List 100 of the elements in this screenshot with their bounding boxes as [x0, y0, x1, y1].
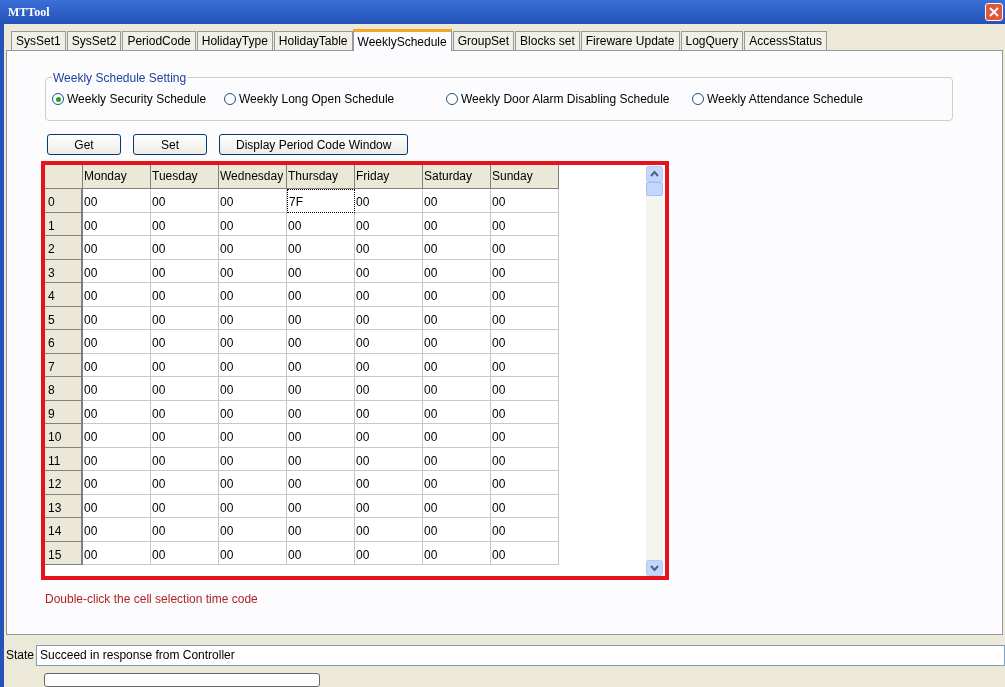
table-cell[interactable]: 00 — [423, 306, 491, 330]
table-cell[interactable]: 00 — [355, 189, 423, 213]
table-cell[interactable]: 00 — [491, 330, 559, 354]
table-cell[interactable]: 00 — [491, 212, 559, 236]
table-cell[interactable]: 00 — [423, 236, 491, 260]
table-cell[interactable]: 00 — [491, 377, 559, 401]
table-cell[interactable]: 00 — [151, 189, 219, 213]
table-cell[interactable]: 00 — [355, 259, 423, 283]
table-cell[interactable]: 00 — [83, 494, 151, 518]
table-cell[interactable]: 00 — [423, 377, 491, 401]
table-cell[interactable]: 00 — [151, 212, 219, 236]
table-cell[interactable]: 00 — [219, 283, 287, 307]
tab[interactable]: SysSet2 — [66, 31, 122, 50]
table-cell[interactable]: 00 — [287, 259, 355, 283]
table-cell[interactable]: 00 — [219, 330, 287, 354]
table-cell[interactable]: 00 — [219, 259, 287, 283]
table-cell[interactable]: 00 — [491, 259, 559, 283]
scrollbar[interactable] — [646, 166, 663, 576]
table-cell[interactable]: 00 — [219, 400, 287, 424]
table-cell[interactable]: 00 — [423, 259, 491, 283]
table-cell[interactable]: 00 — [491, 424, 559, 448]
table-cell[interactable]: 00 — [287, 353, 355, 377]
table-cell[interactable]: 00 — [355, 212, 423, 236]
table-cell[interactable]: 00 — [423, 518, 491, 542]
table-cell[interactable]: 00 — [423, 189, 491, 213]
table-cell[interactable]: 00 — [287, 283, 355, 307]
table-cell[interactable]: 00 — [287, 541, 355, 565]
table-cell[interactable]: 00 — [423, 400, 491, 424]
table-cell[interactable]: 00 — [491, 541, 559, 565]
table-cell[interactable]: 00 — [355, 377, 423, 401]
table-cell[interactable]: 00 — [287, 306, 355, 330]
table-cell[interactable]: 00 — [491, 189, 559, 213]
table-cell[interactable]: 00 — [423, 447, 491, 471]
table-cell[interactable]: 00 — [219, 306, 287, 330]
tab[interactable]: HolidayTable — [273, 31, 353, 50]
radio-button[interactable] — [52, 93, 64, 105]
radio-button[interactable] — [224, 93, 236, 105]
table-cell[interactable]: 00 — [83, 353, 151, 377]
table-cell[interactable]: 00 — [355, 494, 423, 518]
table-cell[interactable]: 00 — [83, 212, 151, 236]
table-cell[interactable]: 00 — [151, 400, 219, 424]
table-cell[interactable]: 00 — [491, 283, 559, 307]
table-cell[interactable]: 00 — [83, 283, 151, 307]
table-cell[interactable]: 00 — [219, 494, 287, 518]
table-cell[interactable]: 00 — [219, 353, 287, 377]
table-cell[interactable]: 00 — [151, 541, 219, 565]
tab[interactable]: GroupSet — [452, 31, 515, 50]
scroll-up-icon[interactable] — [646, 166, 663, 182]
table-cell[interactable]: 00 — [219, 424, 287, 448]
table-cell[interactable]: 00 — [219, 189, 287, 213]
table-cell[interactable]: 00 — [151, 494, 219, 518]
table-cell[interactable]: 00 — [355, 330, 423, 354]
table-cell[interactable]: 00 — [355, 283, 423, 307]
table-cell[interactable]: 00 — [423, 424, 491, 448]
table-cell[interactable]: 00 — [83, 518, 151, 542]
tab[interactable]: AccessStatus — [744, 31, 827, 50]
table-cell[interactable]: 00 — [151, 353, 219, 377]
table-cell[interactable]: 00 — [151, 377, 219, 401]
table-cell[interactable]: 00 — [151, 447, 219, 471]
table-cell[interactable]: 00 — [491, 236, 559, 260]
table-cell[interactable]: 00 — [83, 541, 151, 565]
radio-option[interactable]: Weekly Long Open Schedule — [224, 90, 446, 108]
table-cell[interactable]: 00 — [355, 471, 423, 495]
table-cell[interactable]: 00 — [219, 471, 287, 495]
table-cell[interactable]: 00 — [287, 471, 355, 495]
scroll-thumb[interactable] — [646, 182, 663, 196]
table-cell[interactable]: 00 — [423, 471, 491, 495]
scroll-down-icon[interactable] — [646, 560, 663, 576]
table-cell[interactable]: 00 — [219, 518, 287, 542]
table-cell[interactable]: 00 — [287, 377, 355, 401]
table-cell[interactable]: 00 — [83, 330, 151, 354]
tab[interactable]: HolidayType — [196, 31, 273, 50]
table-cell[interactable]: 00 — [355, 353, 423, 377]
table-cell[interactable]: 00 — [83, 306, 151, 330]
table-cell[interactable]: 00 — [287, 424, 355, 448]
table-cell[interactable]: 00 — [423, 212, 491, 236]
table-cell[interactable]: 00 — [423, 353, 491, 377]
table-cell[interactable]: 00 — [151, 259, 219, 283]
table-cell[interactable]: 00 — [151, 330, 219, 354]
tab[interactable]: WeeklySchedule — [352, 29, 452, 51]
table-cell[interactable]: 00 — [355, 400, 423, 424]
table-cell[interactable]: 00 — [355, 236, 423, 260]
table-cell[interactable]: 00 — [287, 212, 355, 236]
table-cell[interactable]: 00 — [83, 236, 151, 260]
tab[interactable]: SysSet1 — [11, 31, 66, 50]
table-cell[interactable]: 00 — [219, 377, 287, 401]
table-cell[interactable]: 00 — [491, 518, 559, 542]
table-cell[interactable]: 00 — [491, 447, 559, 471]
table-cell[interactable]: 00 — [151, 306, 219, 330]
tab[interactable]: LogQuery — [680, 31, 744, 50]
table-cell[interactable]: 00 — [219, 447, 287, 471]
table-cell[interactable]: 00 — [423, 330, 491, 354]
table-cell[interactable]: 00 — [219, 236, 287, 260]
table-cell[interactable]: 00 — [287, 518, 355, 542]
table-cell[interactable]: 00 — [83, 400, 151, 424]
table-cell[interactable]: 00 — [151, 236, 219, 260]
table-cell[interactable]: 00 — [355, 306, 423, 330]
table-cell[interactable]: 00 — [355, 541, 423, 565]
table-cell[interactable]: 00 — [83, 189, 151, 213]
table-cell[interactable]: 00 — [151, 518, 219, 542]
